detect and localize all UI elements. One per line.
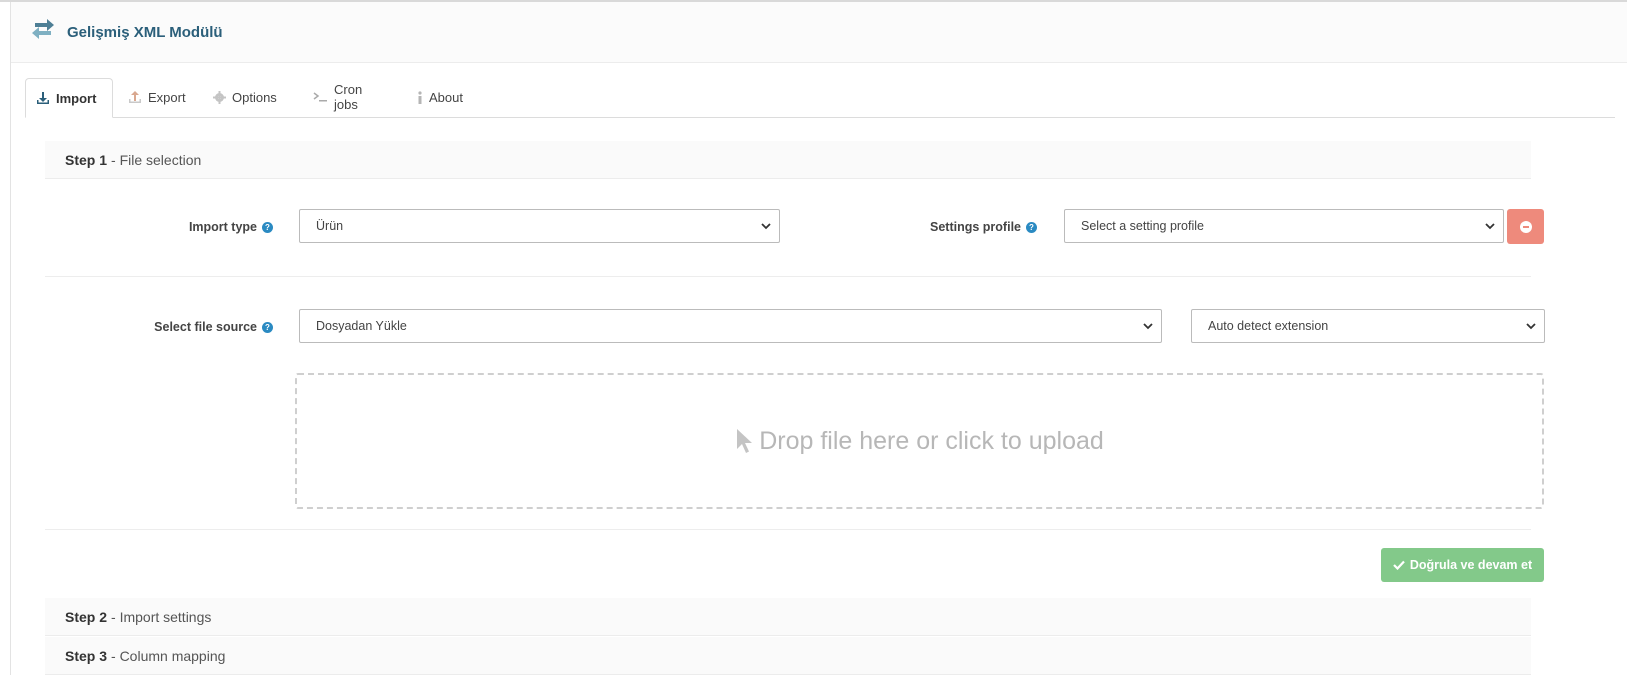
step2-header[interactable]: Step 2 - Import settings [45, 598, 1531, 636]
help-icon[interactable]: ? [1026, 221, 1037, 233]
row-divider [45, 276, 1531, 277]
download-icon [36, 91, 50, 105]
chevron-down-icon [1526, 323, 1536, 330]
terminal-icon [313, 91, 328, 103]
file-source-label: Select file source ? [111, 318, 273, 336]
settings-profile-select[interactable]: Select a setting profile [1064, 209, 1504, 243]
app-frame: Gelişmiş XML Modülü Import Export Option… [0, 0, 1627, 675]
module-title: Gelişmiş XML Modülü [67, 24, 223, 41]
file-dropzone[interactable]: Drop file here or click to upload [295, 373, 1544, 509]
tab-cron-jobs-label: Cron jobs [334, 82, 363, 112]
chevron-down-icon [1143, 323, 1153, 330]
remove-profile-button[interactable] [1507, 209, 1544, 244]
tab-cron-jobs[interactable]: Cron jobs [303, 78, 399, 116]
settings-profile-label-text: Settings profile [930, 220, 1021, 234]
step3-title: - Column mapping [111, 647, 226, 664]
continue-label: Doğrula ve devam et [1409, 558, 1533, 572]
chevron-down-icon [761, 223, 771, 230]
step1-title: - File selection [111, 151, 202, 168]
check-icon [1393, 560, 1405, 570]
tab-import[interactable]: Import [25, 78, 113, 118]
import-type-value: Ürün [316, 219, 344, 233]
panel-heading: Gelişmiş XML Modülü [11, 2, 1627, 63]
file-source-value: Dosyadan Yükle [316, 319, 407, 333]
tab-options[interactable]: Options [203, 78, 295, 116]
step1-number: Step 1 [65, 151, 108, 168]
row-divider [45, 529, 1531, 530]
info-icon [417, 90, 423, 104]
import-type-label-text: Import type [188, 220, 257, 234]
tab-about-label: About [429, 89, 463, 105]
step2-number: Step 2 [65, 608, 108, 625]
tab-about[interactable]: About [407, 78, 477, 116]
cursor-pointer-icon [737, 429, 753, 453]
settings-profile-label: Settings profile ? [891, 218, 1037, 236]
extension-select[interactable]: Auto detect extension [1191, 309, 1545, 343]
minus-circle-icon [1519, 220, 1532, 233]
module-panel: Gelişmiş XML Modülü Import Export Option… [10, 2, 1627, 675]
validate-continue-button[interactable]: Doğrula ve devam et [1381, 548, 1544, 582]
extension-value: Auto detect extension [1208, 319, 1329, 333]
help-icon[interactable]: ? [262, 321, 273, 333]
upload-icon [128, 90, 142, 104]
file-source-label-text: Select file source [154, 320, 257, 334]
gear-icon [213, 90, 226, 104]
step3-number: Step 3 [65, 647, 108, 664]
help-icon[interactable]: ? [262, 221, 273, 233]
step3-header[interactable]: Step 3 - Column mapping [45, 637, 1531, 675]
settings-profile-value: Select a setting profile [1081, 219, 1204, 233]
tab-export-label: Export [148, 89, 186, 105]
dropzone-text: Drop file here or click to upload [759, 426, 1104, 455]
step2-title: - Import settings [111, 608, 212, 625]
file-source-select[interactable]: Dosyadan Yükle [299, 309, 1162, 343]
tab-import-label: Import [56, 90, 97, 106]
tab-export[interactable]: Export [118, 78, 198, 116]
step1-header: Step 1 - File selection [45, 141, 1531, 179]
import-type-select[interactable]: Ürün [299, 209, 780, 243]
tab-options-label: Options [232, 89, 277, 105]
import-type-label: Import type ? [131, 218, 273, 236]
tab-bar: Import Export Options Cron jobs About [25, 78, 1615, 118]
sync-arrows-icon [32, 19, 54, 39]
chevron-down-icon [1485, 223, 1495, 230]
